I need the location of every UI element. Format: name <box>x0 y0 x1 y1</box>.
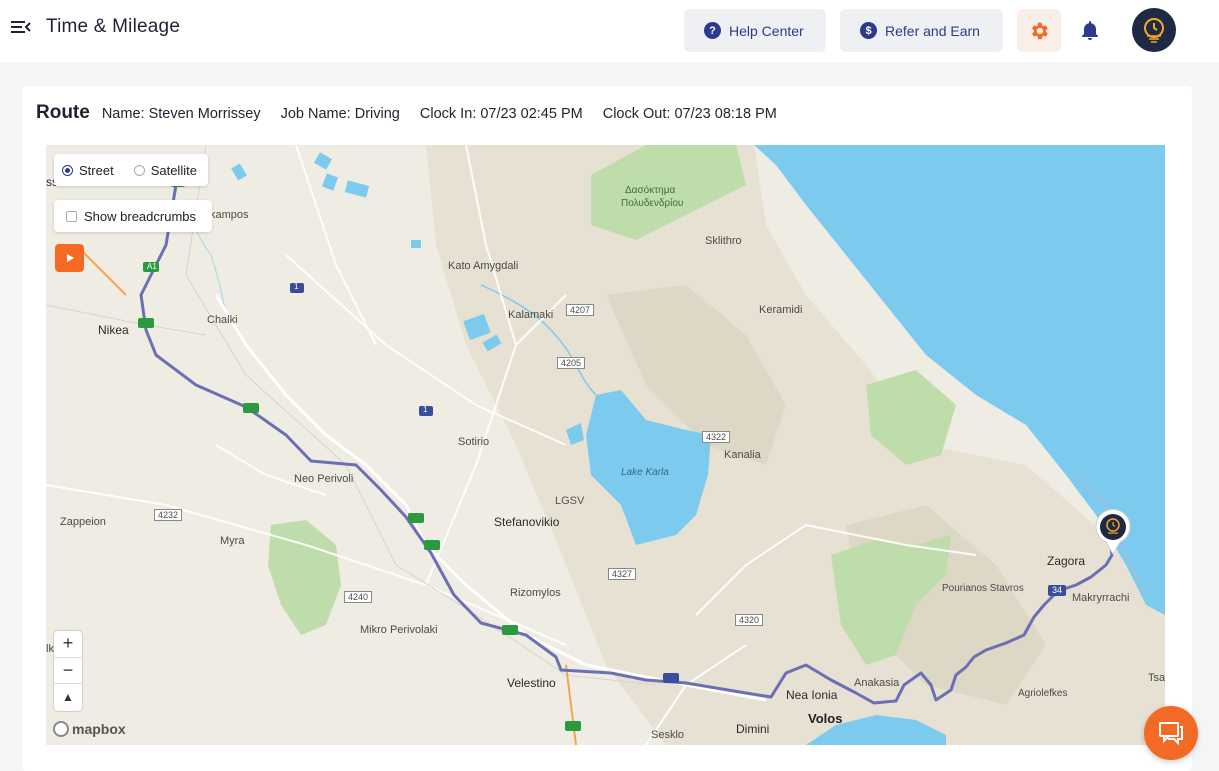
clock-in-value: 07/23 02:45 PM <box>480 106 583 122</box>
help-center-button[interactable]: ? Help Center <box>684 9 826 52</box>
compass-reset-button[interactable]: ▲ <box>54 684 82 711</box>
notifications-button[interactable] <box>1076 16 1104 44</box>
place-label-sklithro: Sklithro <box>705 235 742 247</box>
dollar-circle-icon: $ <box>860 22 877 39</box>
user-avatar[interactable] <box>1132 8 1176 52</box>
job-value: Driving <box>354 106 400 122</box>
place-label-stefanovikio: Stefanovikio <box>494 515 560 529</box>
place-label-pourianos-stavros: Pourianos Stavros <box>942 583 1024 594</box>
gear-icon <box>1032 22 1048 39</box>
road-label-34: 34 <box>1052 585 1063 595</box>
route-clock-out: Clock Out: 07/23 08:18 PM <box>603 106 777 122</box>
place-label-lake-karla: Lake Karla <box>621 467 669 478</box>
road-label-a1: A1 <box>147 262 157 271</box>
place-label-forest-line-2: Πολυδενδρίου <box>621 198 684 209</box>
chat-bubble-icon <box>1159 722 1183 745</box>
refer-and-earn-label: Refer and Earn <box>885 22 980 39</box>
zoom-in-button[interactable]: + <box>54 631 82 658</box>
route-clock-in: Clock In: 07/23 02:45 PM <box>420 106 583 122</box>
menu-collapse-icon[interactable] <box>10 17 34 39</box>
road-label-4327: 4327 <box>608 568 637 580</box>
clock-out-value: 07/23 08:18 PM <box>674 106 777 122</box>
play-route-button[interactable] <box>55 244 84 272</box>
place-label-agriolefkes: Agriolefkes <box>1018 688 1068 699</box>
route-job: Job Name: Driving <box>281 106 400 122</box>
breadcrumbs-checkbox[interactable] <box>66 210 77 222</box>
road-label-4240: 4240 <box>344 591 373 603</box>
place-label-sotirio: Sotirio <box>458 436 490 448</box>
job-label: Job Name: <box>280 106 351 122</box>
name-label: Name: <box>101 106 145 122</box>
clock-in-label: Clock In: <box>419 106 477 122</box>
road-label-1-south: 1 <box>423 405 428 414</box>
place-label-volos: Volos <box>808 711 843 726</box>
place-label-velestino: Velestino <box>507 676 556 690</box>
question-circle-icon: ? <box>704 22 721 39</box>
place-label-mikro-perivolaki: Mikro Perivolaki <box>360 624 438 636</box>
name-value: Steven Morrissey <box>148 106 261 122</box>
satellite-label[interactable]: Satellite <box>151 163 197 178</box>
clock-out-label: Clock Out: <box>602 106 671 122</box>
chat-support-button[interactable] <box>1144 706 1198 760</box>
place-label-kalamaki: Kalamaki <box>508 309 554 321</box>
map-layer-switch: Street Satellite <box>54 154 208 186</box>
place-label-keramidi: Keramidi <box>759 304 803 316</box>
play-icon <box>66 254 74 262</box>
route-info-bar: Route Name: Steven Morrissey Job Name: D… <box>36 102 797 124</box>
map-base-layer <box>46 145 1165 745</box>
zoom-out-button[interactable]: − <box>54 658 82 685</box>
place-label-dimini: Dimini <box>736 722 770 736</box>
place-label-makryrrachi: Makryrrachi <box>1072 592 1130 604</box>
road-label-1-north: 1 <box>294 282 299 291</box>
place-label-anakasia: Anakasia <box>854 677 900 689</box>
bell-icon <box>1082 21 1098 40</box>
refer-and-earn-button[interactable]: $ Refer and Earn <box>840 9 1003 52</box>
place-label-neo-perivoli: Neo Perivoli <box>294 473 354 485</box>
road-label-4322: 4322 <box>702 431 731 443</box>
place-label-sesklo: Sesklo <box>651 729 685 741</box>
zoom-control: + − ▲ <box>54 631 82 711</box>
breadcrumbs-label[interactable]: Show breadcrumbs <box>84 209 196 224</box>
road-label-4207: 4207 <box>566 304 595 316</box>
settings-button[interactable] <box>1017 9 1061 52</box>
place-label-myra: Myra <box>220 535 245 547</box>
route-card: Route Name: Steven Morrissey Job Name: D… <box>22 86 1192 771</box>
place-label-kampos: kampos <box>210 209 249 221</box>
road-label-4232: 4232 <box>154 509 183 521</box>
route-map[interactable]: A1 1 1 34 4207 4205 4322 4232 4327 4240 … <box>46 145 1165 745</box>
breadcrumbs-toggle[interactable]: Show breadcrumbs <box>54 200 212 232</box>
place-label-kato-amygdali: Kato Amygdali <box>448 260 519 272</box>
mapbox-logo-icon <box>53 721 69 737</box>
clock-shield-logo-icon <box>1144 18 1164 43</box>
place-label-rizomylos: Rizomylos <box>510 587 561 599</box>
mapbox-attribution[interactable]: mapbox <box>53 721 126 737</box>
place-label-zagora: Zagora <box>1047 554 1086 568</box>
route-employee: Name: Steven Morrissey <box>102 106 261 122</box>
place-label-tsa: Tsa <box>1148 672 1165 684</box>
place-label-nikea: Nikea <box>98 323 129 337</box>
place-label-lgsv: LGSV <box>555 495 585 507</box>
place-label-kanalia: Kanalia <box>724 449 761 461</box>
place-label-zappeion: Zappeion <box>60 516 106 528</box>
end-location-pin-icon[interactable] <box>1094 509 1132 555</box>
place-label-forest-line-1: Δασόκτημα <box>625 185 676 196</box>
place-label-lk: lk <box>46 643 54 655</box>
page-title: Time & Mileage <box>46 16 181 37</box>
top-header: Time & Mileage ? Help Center $ Refer and… <box>0 0 1219 62</box>
place-label-nea-ionia: Nea Ionia <box>786 688 838 702</box>
help-center-label: Help Center <box>729 22 804 39</box>
route-title: Route <box>36 102 90 123</box>
street-radio[interactable] <box>62 164 73 176</box>
road-label-4320: 4320 <box>735 614 764 626</box>
road-label-4205: 4205 <box>557 357 586 369</box>
mapbox-label: mapbox <box>72 721 126 737</box>
place-label-chalki: Chalki <box>207 314 238 326</box>
satellite-radio[interactable] <box>133 164 145 176</box>
street-label[interactable]: Street <box>79 163 114 178</box>
